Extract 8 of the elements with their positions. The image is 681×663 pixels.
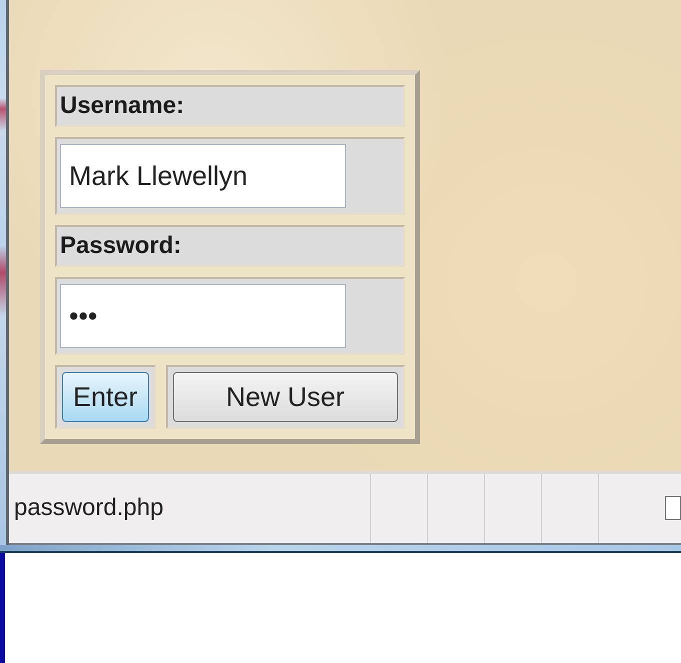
username-field[interactable]: Mark Llewellyn bbox=[60, 144, 346, 208]
enter-button[interactable]: Enter bbox=[62, 372, 149, 422]
new-user-button[interactable]: New User bbox=[172, 372, 398, 422]
field-label: Username: bbox=[60, 92, 184, 120]
status-icon bbox=[665, 496, 681, 520]
status-text: password.php bbox=[13, 494, 164, 522]
field-label: Password: bbox=[60, 232, 182, 260]
password-field[interactable]: ••• bbox=[60, 284, 346, 348]
